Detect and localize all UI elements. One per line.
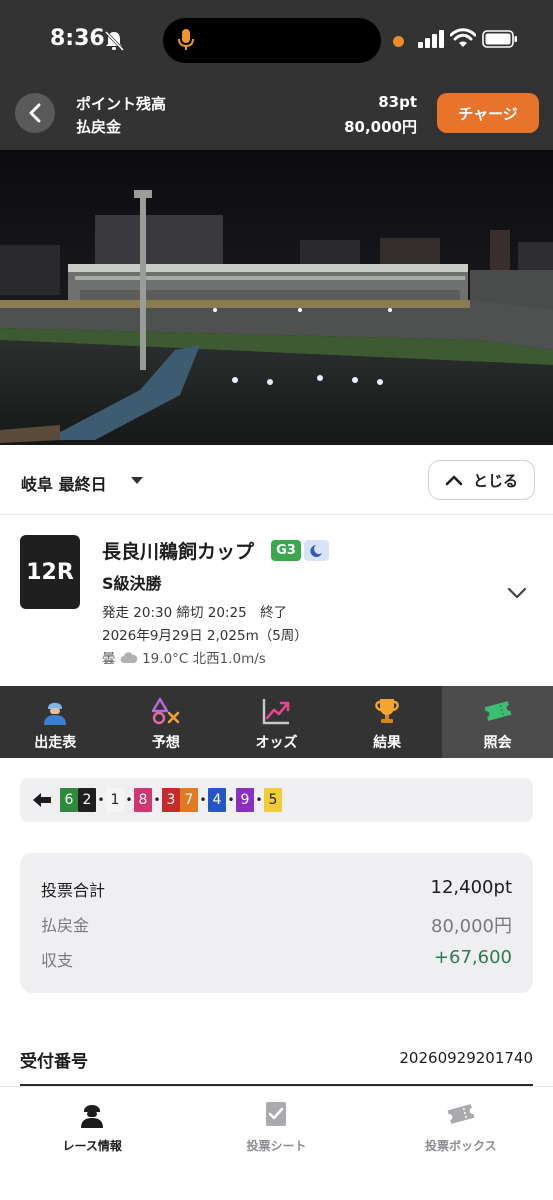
- night-race-icon: [304, 540, 329, 561]
- total-bet-label: 投票合計: [41, 881, 106, 900]
- race-schedule: 発走 20:30 締切 20:25 終了: [102, 605, 288, 621]
- payout-row: 払戻金 80,000円: [41, 912, 512, 937]
- tab-odds[interactable]: オッズ: [221, 686, 332, 758]
- bottom-navigation: レース情報 投票シート 投票ボックス: [0, 1086, 553, 1200]
- race-info-card[interactable]: 12R 長良川鵜飼カップ G3 S級決勝 発走 20:30 締切 20:25 終…: [0, 516, 553, 686]
- race-title: 長良川鵜飼カップ: [102, 541, 255, 563]
- rider-icon: [81, 1105, 104, 1128]
- arrow-left-icon: [33, 793, 51, 807]
- recording-indicator: [393, 36, 404, 47]
- status-time: 8:36: [50, 26, 105, 51]
- frame-number-chip: 4: [208, 788, 226, 812]
- battery-icon: [482, 30, 517, 48]
- payout-label: 払戻金: [76, 118, 122, 136]
- tab-prediction[interactable]: 予想: [111, 686, 222, 758]
- caret-down-icon[interactable]: [131, 477, 143, 484]
- ticket-box-icon: [447, 1104, 475, 1124]
- nav-vote-box[interactable]: 投票ボックス: [369, 1087, 553, 1200]
- velodrome-night-image: [0, 150, 553, 445]
- rider-icon: [44, 702, 67, 725]
- cloud-icon: [120, 652, 138, 663]
- chevron-left-icon: [29, 103, 41, 123]
- chip-separator: •: [199, 793, 207, 807]
- chip-separator: •: [255, 793, 263, 807]
- race-weather-line: 曇 19.0°C 北西1.0m/s: [102, 647, 266, 667]
- weather-conditions: 19.0°C 北西1.0m/s: [142, 651, 266, 667]
- chip-separator: •: [97, 793, 105, 807]
- tab-label: オッズ: [255, 735, 298, 751]
- balance-row: 収支 +67,600: [41, 947, 512, 971]
- chevron-down-icon[interactable]: [507, 586, 527, 600]
- vote-sheet-icon: [266, 1102, 287, 1126]
- chip-separator: •: [227, 793, 235, 807]
- frame-number-chip: 9: [236, 788, 254, 812]
- tab-results[interactable]: 結果: [332, 686, 443, 758]
- live-camera-view[interactable]: [0, 150, 553, 445]
- ticket-icon: [484, 701, 512, 721]
- summary-payout-label: 払戻金: [41, 916, 90, 935]
- nav-vote-sheet[interactable]: 投票シート: [184, 1087, 368, 1200]
- venue-selector-row: 岐阜 最終日 とじる: [0, 445, 553, 515]
- race-date-distance: 2026年9月29日 2,025m（5周）: [102, 628, 308, 644]
- weather-label: 曇: [102, 651, 116, 667]
- points-balance-value: 83pt: [378, 93, 417, 111]
- nav-race-info[interactable]: レース情報: [0, 1087, 184, 1200]
- receipt-number-label: 受付番号: [20, 1052, 88, 1072]
- dynamic-island: [163, 18, 381, 63]
- tab-label: 結果: [373, 735, 402, 751]
- payout-value: 80,000円: [344, 118, 417, 136]
- bell-muted-icon: [104, 30, 124, 52]
- total-bet-row: 投票合計 12,400pt: [41, 877, 512, 901]
- tab-label: 出走表: [34, 735, 77, 751]
- frame-number-chip: 2: [78, 788, 96, 812]
- race-class: S級決勝: [102, 574, 162, 593]
- trophy-icon: [375, 699, 399, 723]
- receipt-number-value: 20260929201740: [399, 1049, 533, 1067]
- venue-day-selector[interactable]: 岐阜 最終日: [21, 471, 107, 495]
- grade-badge: G3: [271, 540, 301, 561]
- chevron-up-icon: [445, 475, 463, 486]
- chip-separator: •: [153, 793, 161, 807]
- charge-button[interactable]: チャージ: [437, 93, 539, 133]
- top-header: 8:36 ポイント残高 払戻金 83pt 80,000円 チャージ: [0, 0, 553, 150]
- race-tab-bar: 出走表 予想 オッズ 結果 照会: [0, 686, 553, 758]
- balance-value: +67,600: [433, 947, 512, 968]
- back-button[interactable]: [15, 93, 55, 133]
- frame-number-chip: 8: [134, 788, 152, 812]
- points-balance-label: ポイント残高: [76, 95, 167, 113]
- race-number-badge: 12R: [20, 535, 80, 609]
- balance-label: 収支: [41, 951, 74, 970]
- tab-label: 予想: [151, 735, 180, 751]
- wifi-icon: [450, 28, 476, 47]
- finish-order-chips: 6 2 • 1 • 8 • 3 7 • 4 • 9 • 5: [60, 788, 282, 812]
- close-button-label: とじる: [472, 471, 518, 490]
- cellular-signal-icon: [418, 30, 444, 48]
- bet-summary-card: 投票合計 12,400pt 払戻金 80,000円 収支 +67,600: [20, 853, 533, 993]
- frame-number-chip: 5: [264, 788, 282, 812]
- nav-label: 投票シート: [246, 1139, 307, 1153]
- frame-number-chip: 7: [180, 788, 198, 812]
- nav-label: レース情報: [62, 1139, 122, 1153]
- close-video-button[interactable]: とじる: [428, 460, 535, 500]
- tab-label: 照会: [483, 735, 512, 751]
- chip-separator: •: [125, 793, 133, 807]
- tab-inquiry[interactable]: 照会: [442, 686, 553, 758]
- tab-entries[interactable]: 出走表: [0, 686, 111, 758]
- frame-number-chip: 3: [162, 788, 180, 812]
- status-bar: 8:36: [0, 0, 553, 80]
- chart-up-icon: [263, 699, 290, 725]
- nav-label: 投票ボックス: [425, 1139, 497, 1153]
- prediction-symbols-icon: [151, 697, 180, 725]
- summary-payout-value: 80,000円: [431, 916, 512, 937]
- frame-number-chip: 6: [60, 788, 78, 812]
- finish-order-bar: 6 2 • 1 • 8 • 3 7 • 4 • 9 • 5: [20, 778, 533, 822]
- microphone-icon: [178, 29, 194, 50]
- total-bet-value: 12,400pt: [430, 877, 512, 898]
- frame-number-chip: 1: [106, 788, 124, 812]
